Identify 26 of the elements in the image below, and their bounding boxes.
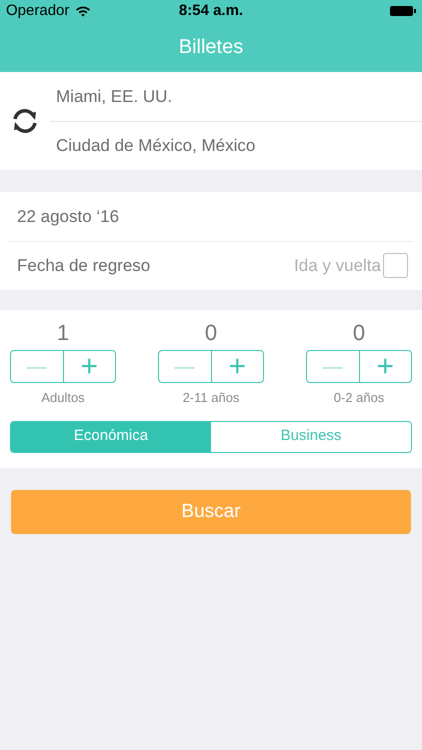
passenger-type-label: Adultos: [41, 389, 85, 407]
search-button[interactable]: Buscar: [11, 490, 411, 534]
battery-icon: [390, 5, 416, 17]
screen-title: Billetes: [178, 35, 244, 60]
destination-field[interactable]: Ciudad de México, México: [56, 133, 256, 158]
decrement-button[interactable]: —: [307, 351, 360, 382]
carrier-label: Operador: [6, 0, 70, 21]
round-trip-label: Ida y vuelta: [294, 255, 381, 277]
origin-field[interactable]: Miami, EE. UU.: [56, 84, 172, 109]
departure-date-field[interactable]: 22 agosto ‘16: [17, 204, 120, 229]
passenger-type-label: 0-2 años: [334, 389, 384, 407]
decrement-button[interactable]: —: [11, 351, 64, 382]
increment-button[interactable]: +: [64, 351, 115, 382]
cabin-class-tab[interactable]: Económica: [11, 422, 211, 452]
return-date-field[interactable]: Fecha de regreso: [17, 253, 150, 278]
passenger-type-label: 2-11 años: [182, 389, 240, 407]
wifi-icon: [75, 5, 92, 17]
passenger-count: 1: [56, 320, 70, 346]
passenger-count: 0: [352, 320, 366, 346]
decrement-button[interactable]: —: [159, 351, 212, 382]
swap-icon[interactable]: [11, 107, 39, 135]
increment-button[interactable]: +: [212, 351, 263, 382]
round-trip-checkbox[interactable]: [383, 253, 408, 278]
status-time: 8:54 a.m.: [178, 0, 244, 21]
increment-button[interactable]: +: [360, 351, 411, 382]
passenger-count: 0: [204, 320, 218, 346]
